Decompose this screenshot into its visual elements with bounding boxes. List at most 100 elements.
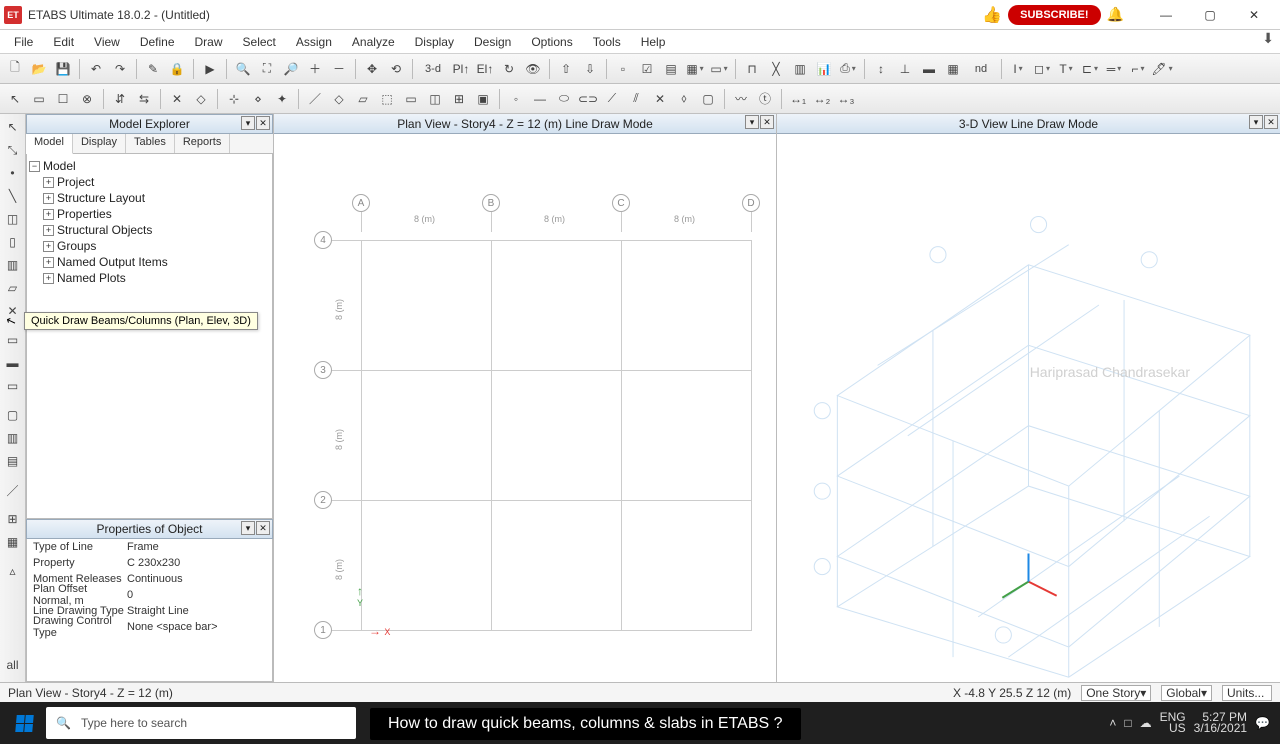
tab-tables[interactable]: Tables <box>126 134 175 153</box>
draw-area-icon[interactable]: ▱ <box>2 277 24 299</box>
tree-objects[interactable]: Structural Objects <box>57 223 152 237</box>
menu-edit[interactable]: Edit <box>43 33 84 51</box>
menu-tools[interactable]: Tools <box>583 33 631 51</box>
draw-frame-icon[interactable]: ╲ <box>2 185 24 207</box>
spline-icon[interactable]: 〰 <box>730 88 752 110</box>
nd-button[interactable]: nd <box>966 58 996 80</box>
pan-icon[interactable]: ✥ <box>361 58 383 80</box>
zoom-rubber-icon[interactable]: 🔍 <box>232 58 254 80</box>
show-loads-icon[interactable]: ☑ <box>636 58 658 80</box>
undo-icon[interactable]: ↶ <box>85 58 107 80</box>
three-d-view-header[interactable]: 3-D View Line Draw Mode ▾ ✕ <box>777 114 1280 134</box>
diagram-icon[interactable]: ⊓ <box>741 58 763 80</box>
draw-rect-icon[interactable]: ▥ <box>2 427 24 449</box>
plan-icon[interactable]: Pl↑ <box>450 58 472 80</box>
grid-icon[interactable]: ⊞ <box>2 508 24 530</box>
cross-icon[interactable]: ✕ <box>649 88 671 110</box>
tree-properties[interactable]: Properties <box>57 207 112 221</box>
tray-chevron-icon[interactable]: ˄ <box>1109 716 1116 730</box>
prop-value[interactable]: C 230x230 <box>127 557 272 569</box>
shear-icon[interactable]: ╳ <box>765 58 787 80</box>
tray-app-icon[interactable]: □ <box>1124 716 1131 730</box>
window-icon[interactable]: ◇ <box>190 88 212 110</box>
draw-joint-icon[interactable]: • <box>2 162 24 184</box>
sel-plus-icon[interactable]: ⊞ <box>448 88 470 110</box>
diamond-icon[interactable]: ⬨ <box>673 88 695 110</box>
download-icon[interactable]: ⬇ <box>1262 30 1274 47</box>
quick-brace-icon[interactable]: ▥ <box>2 254 24 276</box>
menu-analyze[interactable]: Analyze <box>342 33 405 51</box>
lock-icon[interactable]: 🔒 <box>166 58 188 80</box>
new-icon[interactable]: 🗋 <box>4 58 26 80</box>
ruler2-icon[interactable]: ↔₂ <box>811 88 833 110</box>
shear-wall-icon[interactable]: ✕ <box>2 300 24 322</box>
three-d-button[interactable]: 3-d <box>418 58 448 80</box>
prop-value[interactable]: None <space bar> <box>127 621 272 633</box>
sel-window-icon[interactable]: ▣ <box>472 88 494 110</box>
tray-notification-icon[interactable]: 💬 <box>1255 716 1270 730</box>
down-story-icon[interactable]: ⇩ <box>579 58 601 80</box>
rotate3d-icon[interactable]: ↻ <box>498 58 520 80</box>
model-icon[interactable]: ✎ <box>142 58 164 80</box>
prop-value[interactable]: Continuous <box>127 573 272 585</box>
menu-options[interactable]: Options <box>521 33 582 51</box>
all-icon[interactable]: all <box>2 654 24 676</box>
sel-group-icon[interactable]: ▭ <box>400 88 422 110</box>
unhide-icon[interactable]: ⫽ <box>625 88 647 110</box>
pointer-icon[interactable]: ↖ <box>4 88 26 110</box>
ruler3-icon[interactable]: ↔₃ <box>835 88 857 110</box>
rotate-icon[interactable]: ⟲ <box>385 58 407 80</box>
quick-column-icon[interactable]: ▯ <box>2 231 24 253</box>
run-icon[interactable]: ▶ <box>199 58 221 80</box>
tree-output[interactable]: Named Output Items <box>57 255 168 269</box>
tray-cloud-icon[interactable]: ☁ <box>1140 716 1152 730</box>
model-explorer-header[interactable]: Model Explorer ▾ ✕ <box>26 114 273 134</box>
tree-expand-icon[interactable]: + <box>43 241 54 252</box>
box-icon[interactable]: ◻▾ <box>1031 58 1053 80</box>
system-tray[interactable]: ˄ □ ☁ ENGUS 5:27 PM3/16/2021 💬 <box>1109 712 1276 734</box>
link-label-icon[interactable]: ⊂⊃ <box>577 88 599 110</box>
taskbar-search[interactable]: 🔍 Type here to search <box>46 707 356 739</box>
angle-icon[interactable]: ⌐▾ <box>1127 58 1149 80</box>
moment-icon[interactable]: ▥ <box>789 58 811 80</box>
tray-clock[interactable]: 5:27 PM3/16/2021 <box>1194 712 1247 734</box>
prop-value[interactable]: Straight Line <box>127 605 272 617</box>
tree-expand-icon[interactable]: + <box>43 225 54 236</box>
tab-model[interactable]: Model <box>26 134 73 154</box>
draw-wall3-icon[interactable]: ▭ <box>2 375 24 397</box>
start-button[interactable] <box>4 703 44 743</box>
bell-icon[interactable]: 🔔 <box>1107 6 1124 23</box>
shell-label-icon[interactable]: ⬭ <box>553 88 575 110</box>
plan-view-header[interactable]: Plan View - Story4 - Z = 12 (m) Line Dra… <box>274 114 776 134</box>
invert-icon[interactable]: ⇵ <box>109 88 131 110</box>
units-button[interactable]: Units... <box>1222 685 1272 701</box>
slab-icon[interactable]: ▬ <box>918 58 940 80</box>
select-tool-icon[interactable]: ↖ <box>2 116 24 138</box>
prop-value[interactable]: Frame <box>127 541 272 553</box>
chart-icon[interactable]: 📊 <box>813 58 835 80</box>
tray-lang[interactable]: ENGUS <box>1160 712 1186 734</box>
assign-icon[interactable]: ↕ <box>870 58 892 80</box>
menu-display[interactable]: Display <box>405 33 464 51</box>
show-tables-icon[interactable]: ▤ <box>660 58 682 80</box>
model-tree[interactable]: −Model +Project +Structure Layout +Prope… <box>26 154 273 519</box>
section-icon[interactable]: ▦ <box>942 58 964 80</box>
story-selector[interactable]: One Story▾ <box>1081 685 1151 701</box>
sel-label-icon[interactable]: ◫ <box>424 88 446 110</box>
tree-project[interactable]: Project <box>57 175 94 189</box>
sel-area-icon[interactable]: ◇ <box>328 88 350 110</box>
zoom-prev-icon[interactable]: 🔎 <box>280 58 302 80</box>
panel-dropdown-icon[interactable]: ▾ <box>1249 115 1263 129</box>
subscribe-button[interactable]: SUBSCRIBE! <box>1008 5 1100 25</box>
tree-groups[interactable]: Groups <box>57 239 96 253</box>
menu-define[interactable]: Define <box>130 33 185 51</box>
tab-display[interactable]: Display <box>73 134 126 153</box>
elev-icon[interactable]: El↑ <box>474 58 496 80</box>
pen-color-icon[interactable]: 🖊▾ <box>1151 58 1173 80</box>
tree-root[interactable]: Model <box>43 159 76 173</box>
reshape-icon[interactable]: ▭ <box>28 88 50 110</box>
panel-close-icon[interactable]: ✕ <box>1264 115 1278 129</box>
intersect-icon[interactable]: ✕ <box>166 88 188 110</box>
save-icon[interactable]: 💾 <box>52 58 74 80</box>
zoom-out-icon[interactable]: － <box>328 58 350 80</box>
